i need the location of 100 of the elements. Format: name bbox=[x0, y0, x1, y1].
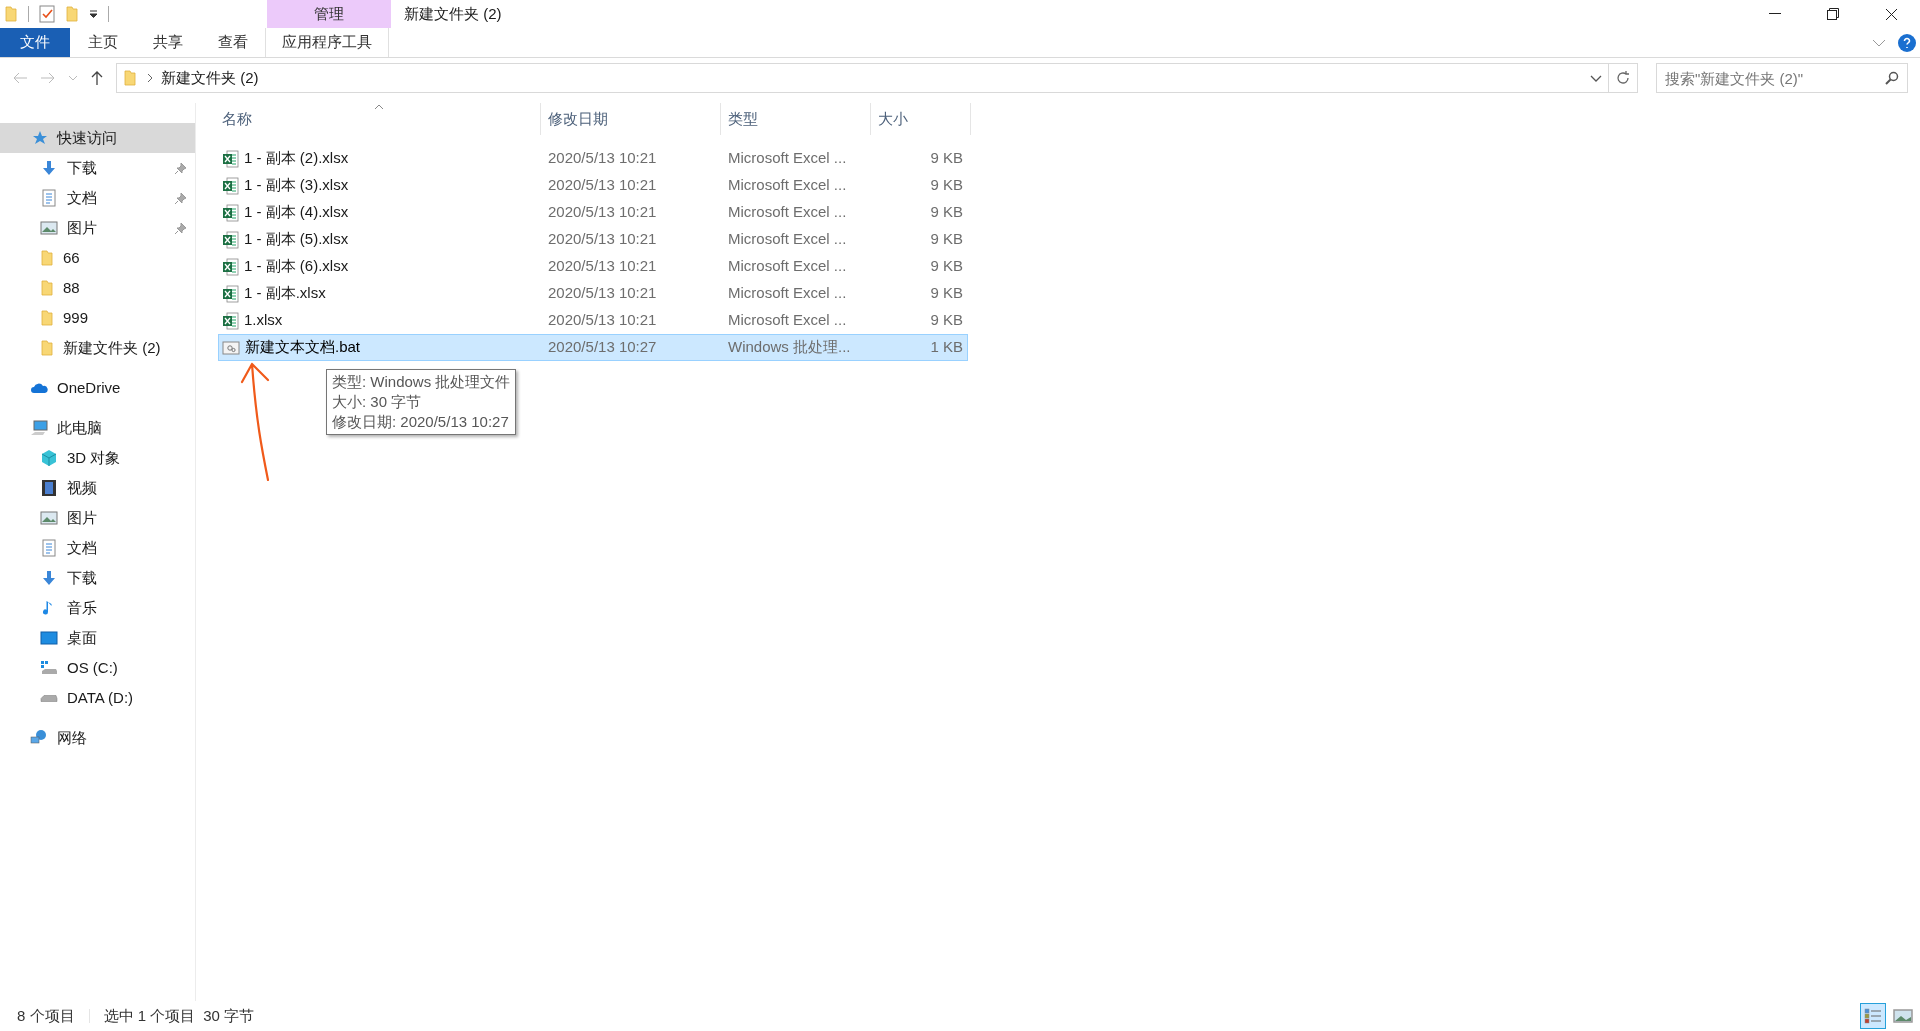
file-row[interactable]: 1 - 副本 (2).xlsx 2020/5/13 10:21 Microsoft Excel ... 9 KB bbox=[218, 145, 968, 172]
context-group-label: 管理 bbox=[267, 0, 391, 28]
folder-icon bbox=[40, 310, 54, 326]
tooltip-line: 类型: Windows 批处理文件 bbox=[332, 372, 511, 392]
nav-item[interactable]: DATA (D:) bbox=[0, 683, 195, 713]
nav-item[interactable]: OS (C:) bbox=[0, 653, 195, 683]
film-icon bbox=[40, 479, 58, 497]
cube-icon bbox=[40, 449, 58, 467]
details-view-button[interactable] bbox=[1860, 1003, 1886, 1029]
file-type: Windows 批处理... bbox=[727, 337, 852, 358]
ribbon-tab[interactable]: 文件 bbox=[0, 28, 70, 57]
file-size: 9 KB bbox=[930, 256, 963, 277]
folder-icon bbox=[123, 70, 137, 86]
dropdown-caret-icon[interactable] bbox=[89, 10, 98, 18]
nav-item[interactable]: 视频 bbox=[0, 473, 195, 503]
file-name: 1 - 副本.xlsx bbox=[244, 283, 326, 304]
file-row[interactable]: 1 - 副本 (5).xlsx 2020/5/13 10:21 Microsoft Excel ... 9 KB bbox=[218, 226, 968, 253]
nav-item[interactable]: 999 bbox=[0, 303, 195, 333]
sort-caret-icon bbox=[374, 104, 384, 110]
folder-icon bbox=[4, 6, 18, 22]
modified-date: 2020/5/13 10:21 bbox=[547, 202, 658, 223]
folder-icon bbox=[40, 280, 54, 296]
network-icon bbox=[30, 729, 48, 747]
file-name: 1.xlsx bbox=[244, 310, 283, 331]
search-field[interactable]: 搜索"新建文件夹 (2)" bbox=[1656, 63, 1908, 93]
nav-item[interactable]: 3D 对象 bbox=[0, 443, 195, 473]
recent-caret-icon[interactable] bbox=[68, 75, 78, 81]
window-title: 新建文件夹 (2) bbox=[404, 3, 502, 24]
column-header[interactable]: 名称 bbox=[218, 103, 541, 135]
column-header[interactable]: 大小 bbox=[871, 103, 971, 135]
file-row[interactable]: 1 - 副本 (3).xlsx 2020/5/13 10:21 Microsoft Excel ... 9 KB bbox=[218, 172, 968, 199]
up-arrow-icon[interactable] bbox=[90, 70, 104, 86]
spreadsheet-icon bbox=[222, 176, 239, 195]
ribbon-tab[interactable]: 主页 bbox=[70, 28, 135, 57]
computer-icon bbox=[30, 419, 48, 437]
picture-icon bbox=[40, 509, 58, 527]
file-name: 1 - 副本 (4).xlsx bbox=[244, 202, 349, 223]
history-caret-icon[interactable] bbox=[1590, 74, 1602, 82]
address-bar[interactable]: 新建文件夹 (2) bbox=[116, 63, 1638, 93]
gear-window-icon bbox=[222, 339, 240, 356]
file-row[interactable]: 1 - 副本 (4).xlsx 2020/5/13 10:21 Microsoft Excel ... 9 KB bbox=[218, 199, 968, 226]
file-type: Microsoft Excel ... bbox=[727, 256, 848, 277]
selection-count: 选中 1 个项目 bbox=[102, 1005, 196, 1026]
file-size: 9 KB bbox=[930, 148, 963, 169]
back-arrow-icon[interactable] bbox=[12, 71, 28, 85]
nav-item[interactable]: 图片 bbox=[0, 503, 195, 533]
spreadsheet-icon bbox=[222, 284, 239, 303]
help-icon[interactable] bbox=[1898, 33, 1916, 52]
column-header[interactable]: 类型 bbox=[721, 103, 871, 135]
file-size: 9 KB bbox=[930, 310, 963, 331]
ribbon-tab[interactable]: 应用程序工具 bbox=[265, 28, 389, 57]
refresh-icon[interactable] bbox=[1615, 70, 1631, 86]
file-row[interactable]: 1 - 副本 (6).xlsx 2020/5/13 10:21 Microsoft Excel ... 9 KB bbox=[218, 253, 968, 280]
minimize-icon bbox=[1769, 13, 1781, 15]
pin-icon[interactable] bbox=[174, 161, 187, 175]
nav-item[interactable]: 新建文件夹 (2) bbox=[0, 333, 195, 363]
pin-icon[interactable] bbox=[174, 191, 187, 205]
folder-icon bbox=[40, 340, 54, 356]
spreadsheet-icon bbox=[222, 203, 239, 222]
nav-item[interactable]: 音乐 bbox=[0, 593, 195, 623]
spreadsheet-icon bbox=[222, 311, 239, 330]
checklist-icon[interactable] bbox=[39, 5, 55, 23]
spreadsheet-icon bbox=[222, 149, 239, 168]
thumbnail-view-icon bbox=[1893, 1009, 1913, 1023]
nav-item[interactable]: 下载 bbox=[0, 153, 195, 183]
file-type: Microsoft Excel ... bbox=[727, 175, 848, 196]
expand-ribbon-icon[interactable] bbox=[1872, 38, 1886, 47]
file-row[interactable]: 1.xlsx 2020/5/13 10:21 Microsoft Excel ... 9 KB bbox=[218, 307, 968, 334]
file-type: Microsoft Excel ... bbox=[727, 202, 848, 223]
nav-item[interactable]: 此电脑 bbox=[0, 413, 195, 443]
forward-arrow-icon[interactable] bbox=[40, 71, 56, 85]
nav-item[interactable]: 网络 bbox=[0, 723, 195, 753]
nav-item[interactable]: 66 bbox=[0, 243, 195, 273]
nav-item[interactable]: 桌面 bbox=[0, 623, 195, 653]
file-size: 9 KB bbox=[930, 229, 963, 250]
column-header[interactable]: 修改日期 bbox=[541, 103, 721, 135]
file-type: Microsoft Excel ... bbox=[727, 283, 848, 304]
modified-date: 2020/5/13 10:27 bbox=[547, 337, 658, 358]
nav-item[interactable]: 图片 bbox=[0, 213, 195, 243]
nav-item[interactable]: 文档 bbox=[0, 533, 195, 563]
file-row[interactable]: 1 - 副本.xlsx 2020/5/13 10:21 Microsoft Excel ... 9 KB bbox=[218, 280, 968, 307]
modified-date: 2020/5/13 10:21 bbox=[547, 175, 658, 196]
ribbon-tab[interactable]: 查看 bbox=[200, 28, 265, 57]
file-size: 9 KB bbox=[930, 175, 963, 196]
nav-item[interactable]: 88 bbox=[0, 273, 195, 303]
document-icon bbox=[40, 539, 58, 557]
new-folder-icon bbox=[65, 6, 79, 22]
picture-icon bbox=[40, 219, 58, 237]
file-row[interactable]: 新建文本文档.bat 2020/5/13 10:27 Windows 批处理... 1 KB bbox=[218, 334, 968, 361]
nav-item[interactable]: OneDrive bbox=[0, 373, 195, 403]
tooltip-line: 修改日期: 2020/5/13 10:27 bbox=[332, 412, 510, 432]
ribbon-tab[interactable]: 共享 bbox=[135, 28, 200, 57]
restore-icon bbox=[1827, 8, 1839, 20]
nav-item[interactable]: 下载 bbox=[0, 563, 195, 593]
modified-date: 2020/5/13 10:21 bbox=[547, 148, 658, 169]
file-type: Microsoft Excel ... bbox=[727, 148, 848, 169]
nav-item[interactable]: 快速访问 bbox=[0, 123, 195, 153]
nav-item[interactable]: 文档 bbox=[0, 183, 195, 213]
pin-icon[interactable] bbox=[174, 221, 187, 235]
drive-icon bbox=[40, 694, 58, 702]
